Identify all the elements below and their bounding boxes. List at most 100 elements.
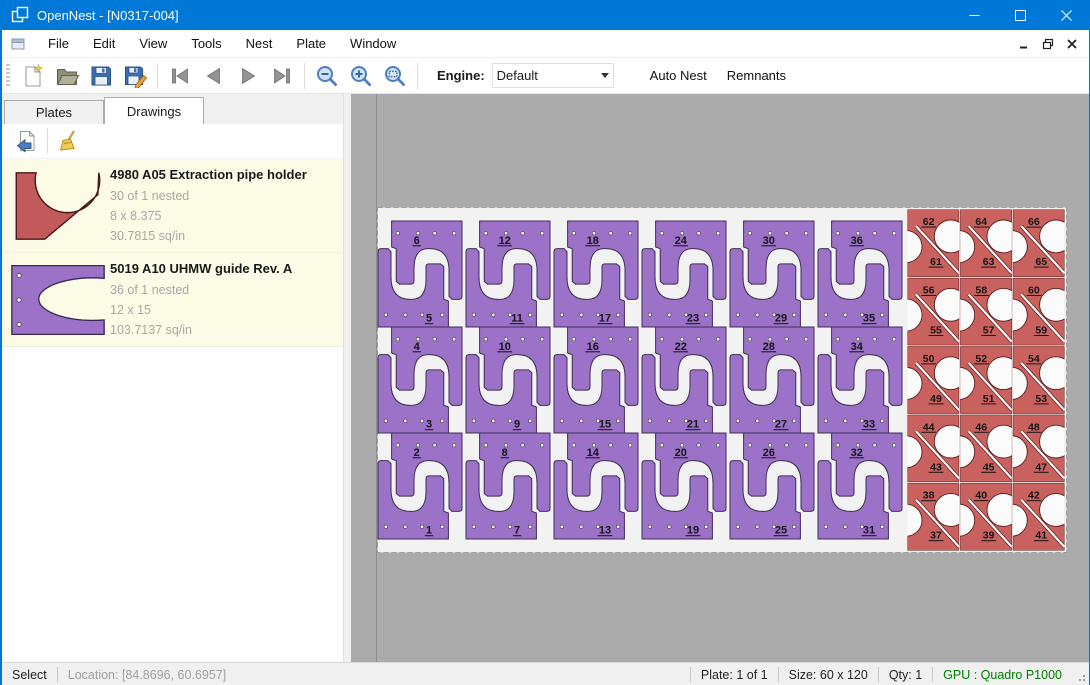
part-number-label: 17 bbox=[599, 313, 611, 325]
thumb-shape-red bbox=[16, 172, 99, 238]
list-item-drawing-2[interactable]: 5019 A10 UHMW guide Rev. A 36 of 1 neste… bbox=[2, 253, 343, 347]
status-size: Size: 60 x 120 bbox=[779, 668, 878, 682]
part-number-label: 8 bbox=[502, 447, 508, 459]
menu-item-view[interactable]: View bbox=[127, 32, 179, 55]
part-number-label: 64 bbox=[975, 216, 987, 228]
part-number-label: 10 bbox=[499, 341, 511, 353]
part-number-label: 57 bbox=[983, 324, 995, 336]
zoom-fit-button[interactable] bbox=[378, 61, 412, 91]
save-as-icon bbox=[123, 64, 147, 88]
minimize-icon[interactable] bbox=[951, 0, 997, 30]
toolbar-grip[interactable] bbox=[6, 64, 10, 88]
engine-combobox[interactable]: Default bbox=[492, 63, 614, 88]
last-button[interactable] bbox=[265, 61, 299, 91]
zoom-in-button[interactable] bbox=[344, 61, 378, 91]
part-number-label: 4 bbox=[414, 341, 421, 353]
part-number-label: 6 bbox=[414, 235, 420, 247]
save-as-button[interactable] bbox=[118, 61, 152, 91]
part-number-label: 48 bbox=[1028, 421, 1040, 433]
part-number-label: 45 bbox=[983, 461, 995, 473]
part-number-label: 1 bbox=[426, 525, 432, 537]
part-number-label: 29 bbox=[775, 313, 787, 325]
zoom-fit-icon bbox=[383, 64, 407, 88]
part-number-label: 28 bbox=[763, 341, 775, 353]
part-number-label: 44 bbox=[923, 421, 935, 433]
part-number-label: 15 bbox=[599, 419, 611, 431]
zoom-out-button[interactable] bbox=[310, 61, 344, 91]
mdi-close-icon[interactable] bbox=[1065, 37, 1079, 51]
resize-grip[interactable] bbox=[1074, 672, 1086, 684]
maximize-icon[interactable] bbox=[997, 0, 1043, 30]
part-number-label: 35 bbox=[863, 313, 875, 325]
panel-splitter[interactable] bbox=[344, 94, 351, 662]
menu-item-tools[interactable]: Tools bbox=[179, 32, 233, 55]
status-gpu: GPU : Quadro P1000 bbox=[933, 668, 1072, 682]
last-icon bbox=[270, 64, 294, 88]
status-bar: Select Location: [84.8696, 60.6957] Plat… bbox=[2, 662, 1089, 685]
part-number-label: 16 bbox=[587, 341, 599, 353]
menu-item-edit[interactable]: Edit bbox=[81, 32, 127, 55]
previous-button[interactable] bbox=[197, 61, 231, 91]
part-number-label: 51 bbox=[983, 393, 995, 405]
part-number-label: 30 bbox=[763, 235, 775, 247]
title-bar: OpenNest - [N0317-004] bbox=[2, 0, 1089, 30]
next-button[interactable] bbox=[231, 61, 265, 91]
new-button[interactable] bbox=[16, 61, 50, 91]
part-number-label: 66 bbox=[1028, 216, 1040, 228]
app-icon bbox=[11, 6, 29, 24]
plate[interactable]: 6512111817242330293635431091615222128273… bbox=[377, 207, 1067, 553]
part-number-label: 43 bbox=[930, 461, 942, 473]
part-number-label: 11 bbox=[511, 313, 523, 325]
open-button[interactable] bbox=[50, 61, 84, 91]
part-number-label: 46 bbox=[975, 421, 987, 433]
part-number-label: 65 bbox=[1035, 256, 1047, 268]
zoom-out-icon bbox=[315, 64, 339, 88]
part-number-label: 32 bbox=[851, 447, 863, 459]
save-button[interactable] bbox=[84, 61, 118, 91]
part-number-label: 37 bbox=[930, 530, 942, 542]
drawings-toolbar bbox=[2, 124, 343, 159]
save-icon bbox=[89, 64, 113, 88]
tab-plates[interactable]: Plates bbox=[4, 100, 104, 124]
document-icon bbox=[10, 36, 26, 52]
menu-item-nest[interactable]: Nest bbox=[234, 32, 285, 55]
part-number-label: 42 bbox=[1028, 490, 1040, 502]
part-number-label: 7 bbox=[514, 525, 520, 537]
close-icon[interactable] bbox=[1043, 0, 1089, 30]
part-thumbnail-red bbox=[6, 165, 110, 246]
drawing-nested: 30 of 1 nested bbox=[110, 186, 339, 206]
mdi-restore-icon[interactable] bbox=[1041, 37, 1055, 51]
part-number-label: 36 bbox=[851, 235, 863, 247]
part-number-label: 52 bbox=[975, 353, 987, 365]
part-number-label: 20 bbox=[675, 447, 687, 459]
drawing-size: 8 x 8.375 bbox=[110, 206, 339, 226]
sidebar: Plates Drawings 4980 A05 Extraction pipe… bbox=[2, 94, 344, 662]
part-number-label: 13 bbox=[599, 525, 611, 537]
window-title: OpenNest - [N0317-004] bbox=[37, 8, 179, 23]
drawing-title: 4980 A05 Extraction pipe holder bbox=[110, 167, 339, 182]
part-number-label: 27 bbox=[775, 419, 787, 431]
chevron-down-icon bbox=[601, 73, 609, 78]
import-drawing-button[interactable] bbox=[10, 126, 42, 156]
part-number-label: 50 bbox=[923, 353, 935, 365]
menu-item-plate[interactable]: Plate bbox=[284, 32, 338, 55]
clean-button[interactable] bbox=[53, 126, 85, 156]
status-plate: Plate: 1 of 1 bbox=[691, 668, 778, 682]
remnants-button[interactable]: Remnants bbox=[717, 64, 796, 87]
nest-canvas[interactable]: 6512111817242330293635431091615222128273… bbox=[351, 94, 1089, 662]
part-number-label: 23 bbox=[687, 313, 699, 325]
part-number-label: 12 bbox=[499, 235, 511, 247]
tab-drawings[interactable]: Drawings bbox=[104, 97, 204, 124]
toolbar-separator bbox=[304, 63, 305, 89]
part-number-label: 25 bbox=[775, 525, 787, 537]
mdi-minimize-icon[interactable] bbox=[1017, 37, 1031, 51]
menu-item-file[interactable]: File bbox=[36, 32, 81, 55]
list-item-drawing-1[interactable]: 4980 A05 Extraction pipe holder 30 of 1 … bbox=[2, 159, 343, 253]
auto-nest-button[interactable]: Auto Nest bbox=[640, 64, 717, 87]
first-button[interactable] bbox=[163, 61, 197, 91]
part-number-label: 58 bbox=[975, 284, 987, 296]
menu-item-window[interactable]: Window bbox=[338, 32, 408, 55]
part-number-label: 39 bbox=[983, 530, 995, 542]
part-thumbnail-purple bbox=[6, 259, 110, 340]
part-number-label: 19 bbox=[687, 525, 699, 537]
